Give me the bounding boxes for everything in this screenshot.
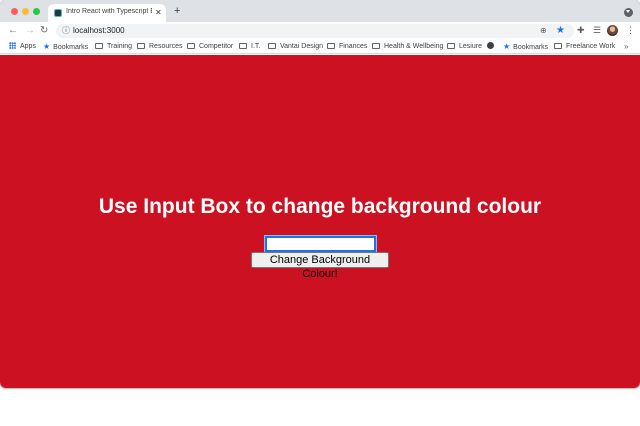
reload-icon[interactable]: ↻ — [40, 24, 48, 37]
extensions-puzzle-icon[interactable]: ✚ — [577, 24, 585, 37]
menu-kebab-icon[interactable]: ⋮ — [626, 24, 635, 37]
bookmark-competitor[interactable]: Competitor — [187, 41, 233, 52]
react-favicon-icon — [54, 9, 62, 17]
folder-icon — [554, 43, 562, 49]
zoom-icon[interactable]: ⊕ — [540, 25, 547, 37]
folder-icon — [187, 43, 195, 49]
bookmark-lesiure[interactable]: Lesiure — [447, 41, 482, 52]
browser-window: Intro React with Typescript Exa ✕ + ← → … — [0, 0, 640, 388]
url-text: localhost:3000 — [73, 26, 125, 35]
bookmark-it[interactable]: I.T. — [239, 41, 260, 52]
bookmark-finances[interactable]: Finances — [327, 41, 367, 52]
bookmark-bookmarks-2[interactable]: ★ Bookmarks — [503, 41, 548, 52]
bookmark-resources[interactable]: Resources — [137, 41, 182, 52]
folder-icon — [327, 43, 335, 49]
bookmark-globe[interactable] — [487, 41, 494, 52]
close-window-button[interactable] — [11, 8, 18, 15]
folder-icon — [137, 43, 145, 49]
tab-strip: Intro React with Typescript Exa ✕ + — [0, 0, 640, 22]
browser-tab[interactable]: Intro React with Typescript Exa ✕ — [48, 4, 166, 22]
colour-input[interactable] — [264, 235, 377, 253]
back-arrow-icon[interactable]: ← — [8, 24, 18, 37]
forward-arrow-icon[interactable]: → — [25, 24, 35, 37]
star-icon: ★ — [43, 42, 51, 51]
bookmark-health-wellbeing[interactable]: Health & Wellbeing — [372, 41, 443, 52]
reading-list-icon[interactable]: ☰ — [593, 24, 601, 37]
minimize-window-button[interactable] — [22, 8, 29, 15]
star-icon: ★ — [503, 42, 511, 51]
bookmark-bookmarks[interactable]: ★ Bookmarks — [43, 41, 88, 52]
bookmark-freelance-work[interactable]: Freelance Work — [554, 41, 615, 52]
apps-grid-icon — [9, 42, 16, 49]
page-viewport: Use Input Box to change background colou… — [0, 55, 640, 388]
browser-toolbar: ← → ↻ ⓘ localhost:3000 ⊕ ★ ✚ ☰ ⋮ — [0, 22, 640, 39]
bookmarks-bar: Apps ★ Bookmarks Training Resources Compe… — [0, 39, 640, 54]
page-title: Use Input Box to change background colou… — [98, 195, 542, 218]
tab-close-icon[interactable]: ✕ — [155, 7, 162, 18]
folder-icon — [447, 43, 455, 49]
tab-title: Intro React with Typescript Exa — [66, 8, 152, 15]
globe-icon — [487, 42, 494, 49]
folder-icon — [239, 43, 247, 49]
change-background-button[interactable]: Change Background Colour! — [251, 252, 389, 280]
folder-icon — [95, 43, 103, 49]
bookmarks-overflow-icon[interactable]: » — [624, 41, 628, 52]
folder-icon — [372, 43, 380, 49]
bookmark-training[interactable]: Training — [95, 41, 132, 52]
bookmark-star-icon[interactable]: ★ — [556, 24, 565, 37]
tab-search-icon[interactable] — [624, 8, 633, 17]
bookmark-vantai-design[interactable]: Vantai Design — [268, 41, 323, 52]
new-tab-icon[interactable]: + — [174, 5, 180, 17]
profile-avatar[interactable] — [607, 25, 618, 36]
folder-icon — [268, 43, 276, 49]
info-icon[interactable]: ⓘ — [62, 25, 70, 37]
address-bar[interactable]: ⓘ localhost:3000 ⊕ ★ — [56, 24, 574, 38]
maximize-window-button[interactable] — [33, 8, 40, 15]
bookmark-apps[interactable]: Apps — [9, 41, 36, 52]
